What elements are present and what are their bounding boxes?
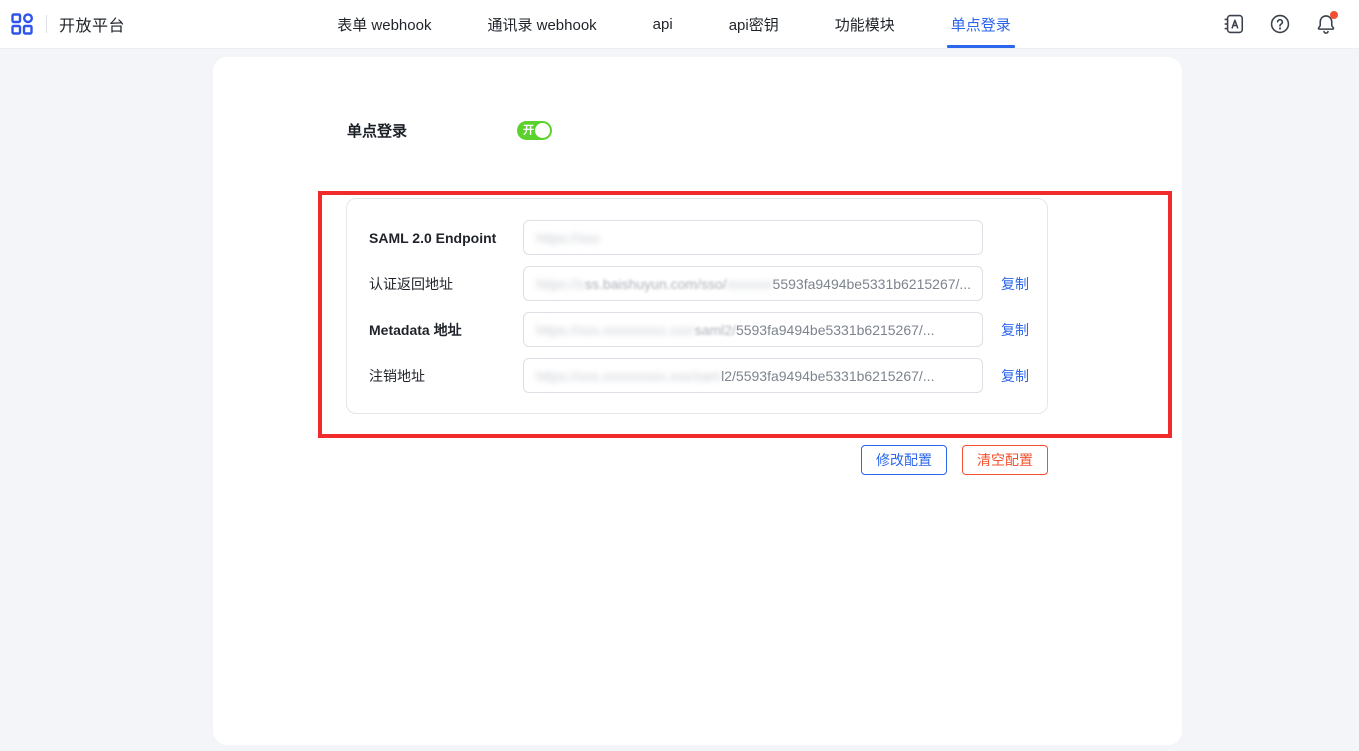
copy-link[interactable]: 复制: [1001, 274, 1029, 294]
sso-settings-panel: 单点登录 开 单点登录配置内容 SAML 2.0 Endpointhttps:/…: [213, 57, 1182, 745]
clear-config-button[interactable]: 清空配置: [962, 445, 1048, 475]
page-title: 开放平台: [59, 12, 125, 36]
tab-1[interactable]: 通讯录 webhook: [459, 0, 624, 48]
field-value-segment: xxxxxx/: [727, 276, 773, 292]
tab-label: api: [653, 16, 673, 33]
nav-tabs: 表单 webhook 通讯录 webhook api api密钥 功能模块 单点登录: [309, 0, 1039, 48]
field-value-segment: 5593fa9494be5331b6215267/...: [773, 276, 972, 292]
field-input[interactable]: https://sso: [523, 220, 983, 255]
notification-badge: [1330, 11, 1338, 19]
copy-link[interactable]: 复制: [1001, 366, 1029, 386]
field-input[interactable]: https://xxx.xxxxxxxxx.xxx/saml2/5593fa94…: [523, 358, 983, 393]
header-icons: [1223, 13, 1359, 35]
field-label: SAML 2.0 Endpoint: [369, 230, 496, 246]
tab-3[interactable]: api密钥: [701, 0, 807, 48]
tab-4[interactable]: 功能模块: [807, 0, 923, 48]
sso-toggle-row: 单点登录 开: [347, 120, 552, 141]
field-value-segment: https://xxx.xxxxxxxxx.xxx/sam: [536, 368, 721, 384]
tab-label: 表单 webhook: [337, 14, 431, 35]
copy-link[interactable]: 复制: [1001, 320, 1029, 340]
field-value-segment: https://xxx.xxxxxxxxx.xxx/: [536, 322, 695, 338]
field-row-1: 认证返回地址 https://xss.baishuyun.com/sso/xxxx…: [347, 266, 1047, 301]
field-value-segment: saml2/: [695, 322, 736, 338]
top-header: 开放平台 表单 webhook 通讯录 webhook api api密钥 功能模块 单点…: [0, 0, 1359, 49]
sso-toggle-switch[interactable]: 开: [517, 121, 552, 140]
help-icon[interactable]: [1269, 13, 1291, 35]
annotation-red-rectangle: SAML 2.0 Endpoint https://sso 认证返回地址 https:…: [318, 191, 1172, 438]
tab-2[interactable]: api: [625, 0, 701, 48]
field-value-segment: https://sso: [536, 230, 600, 246]
field-row-3: 注销地址 https://xxx.xxxxxxxxx.xxx/saml2/5593…: [347, 358, 1047, 393]
brand-divider: [46, 15, 47, 33]
config-actions: 修改配置 清空配置: [861, 445, 1048, 475]
field-value-segment: ss.baishuyun.com/sso/: [585, 276, 727, 292]
tab-label: 单点登录: [951, 14, 1011, 35]
field-label: Metadata 地址: [369, 320, 462, 340]
toggle-knob: [535, 123, 550, 138]
brand: 开放平台: [0, 12, 125, 36]
field-label: 认证返回地址: [369, 274, 453, 294]
sso-config-panel: SAML 2.0 Endpoint https://sso 认证返回地址 https:…: [346, 198, 1048, 414]
translate-icon[interactable]: [1223, 13, 1245, 35]
tab-5[interactable]: 单点登录: [923, 0, 1039, 48]
app-grid-logo-icon[interactable]: [10, 12, 34, 36]
field-value-segment: 5593fa9494be5331b6215267/...: [736, 322, 935, 338]
field-row-2: Metadata 地址 https://xxx.xxxxxxxxx.xxx/sam…: [347, 312, 1047, 347]
notification-bell-icon[interactable]: [1315, 13, 1337, 35]
field-value-segment: https://x: [536, 276, 585, 292]
field-row-0: SAML 2.0 Endpoint https://sso: [347, 220, 1047, 255]
modify-config-button[interactable]: 修改配置: [861, 445, 947, 475]
tab-label: api密钥: [729, 14, 779, 35]
active-tab-underline: [947, 45, 1015, 48]
nav: 表单 webhook 通讯录 webhook api api密钥 功能模块 单点登录: [125, 0, 1223, 48]
tab-label: 通讯录 webhook: [487, 14, 596, 35]
tab-label: 功能模块: [835, 14, 895, 35]
field-input[interactable]: https://xss.baishuyun.com/sso/xxxxxx/559…: [523, 266, 983, 301]
field-value-segment: l2/5593fa9494be5331b6215267/...: [721, 368, 934, 384]
field-label: 注销地址: [369, 366, 425, 386]
sso-toggle-label: 单点登录: [347, 120, 407, 141]
field-input[interactable]: https://xxx.xxxxxxxxx.xxx/saml2/5593fa94…: [523, 312, 983, 347]
toggle-on-text: 开: [523, 125, 534, 136]
tab-0[interactable]: 表单 webhook: [309, 0, 459, 48]
